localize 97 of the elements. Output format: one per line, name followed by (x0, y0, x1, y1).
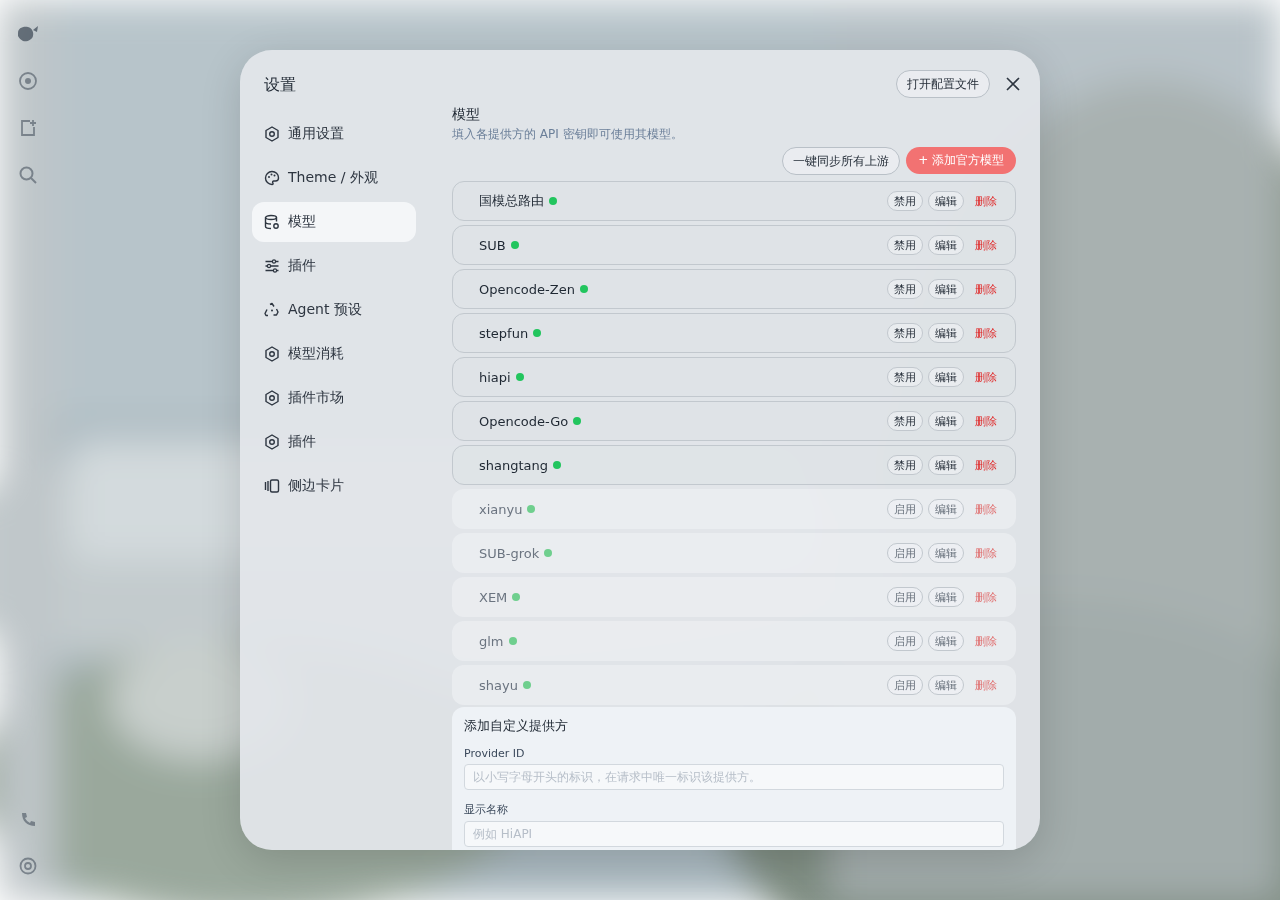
toggle-button[interactable]: 启用 (887, 587, 923, 607)
status-dot (549, 197, 557, 205)
open-config-button[interactable]: 打开配置文件 (896, 70, 990, 98)
card-title: 添加自定义提供方 (464, 717, 569, 735)
nav-item[interactable]: 插件市场 (252, 378, 416, 418)
provider-name: hiapi (479, 369, 511, 385)
delete-button[interactable]: 删除 (969, 369, 1001, 385)
sliders-icon (264, 258, 280, 274)
gear-icon (264, 346, 280, 362)
status-dot (533, 329, 542, 337)
provider-name: glm (479, 633, 504, 649)
provider-name: XEM (479, 589, 508, 605)
toggle-button[interactable]: 启用 (887, 543, 923, 563)
palette-icon (264, 170, 280, 186)
nav-item[interactable]: Theme / 外观 (252, 158, 416, 198)
provider-row[interactable]: Opencode-Zen 禁用 编辑 删除 (452, 269, 1016, 309)
nav-item[interactable]: 插件 (252, 246, 416, 286)
provider-row[interactable]: 国模总路由 禁用 编辑 删除 (452, 181, 1016, 221)
gear-icon (264, 390, 280, 406)
database-icon (264, 214, 280, 230)
section-subtitle: 填入各提供方的 API 密钥即可使用其模型。 (452, 126, 684, 143)
provider-row[interactable]: SUB-grok 启用 编辑 删除 (452, 533, 1016, 573)
close-icon[interactable] (1006, 77, 1020, 91)
provider-name: SUB (479, 237, 506, 253)
provider-row[interactable]: shayu 启用 编辑 删除 (452, 665, 1016, 705)
edit-button[interactable]: 编辑 (928, 323, 964, 343)
edit-button[interactable]: 编辑 (928, 499, 964, 519)
status-dot (522, 681, 531, 689)
provider-name: SUB-grok (479, 545, 540, 561)
toggle-button[interactable]: 禁用 (887, 235, 923, 255)
nav-item[interactable]: 模型 (252, 202, 416, 242)
search-icon[interactable] (17, 165, 38, 185)
provider-name: 国模总路由 (479, 192, 544, 210)
provider-row[interactable]: SUB 禁用 编辑 删除 (452, 225, 1016, 265)
toggle-button[interactable]: 禁用 (887, 455, 923, 475)
delete-button[interactable]: 删除 (969, 413, 1001, 429)
gear-icon (264, 126, 280, 142)
provider-row[interactable]: hiapi 禁用 编辑 删除 (452, 357, 1016, 397)
toggle-button[interactable]: 启用 (887, 499, 923, 519)
toggle-button[interactable]: 禁用 (887, 279, 923, 299)
status-dot (553, 461, 562, 469)
nav-item[interactable]: 插件 (252, 422, 416, 462)
settings-icon[interactable] (17, 856, 38, 876)
toggle-button[interactable]: 禁用 (887, 367, 923, 387)
edit-button[interactable]: 编辑 (928, 235, 964, 255)
provider-row[interactable]: Opencode-Go 禁用 编辑 删除 (452, 401, 1016, 441)
toggle-button[interactable]: 禁用 (887, 411, 923, 431)
provider-name: xianyu (479, 501, 523, 517)
status-dot (510, 241, 519, 249)
edit-button[interactable]: 编辑 (928, 279, 964, 299)
provider-name: Opencode-Zen (479, 281, 575, 297)
gear-icon (264, 434, 280, 450)
edit-button[interactable]: 编辑 (928, 543, 964, 563)
recycle-icon (264, 302, 280, 318)
edit-button[interactable]: 编辑 (928, 411, 964, 431)
toggle-button[interactable]: 禁用 (887, 323, 923, 343)
edit-button[interactable]: 编辑 (928, 367, 964, 387)
provider-name: shangtang (479, 457, 549, 473)
provider-row[interactable]: stepfun 禁用 编辑 删除 (452, 313, 1016, 353)
status-dot (573, 417, 582, 425)
toggle-button[interactable]: 启用 (887, 675, 923, 695)
edit-button[interactable]: 编辑 (928, 675, 964, 695)
delete-button[interactable]: 删除 (969, 237, 1001, 253)
status-dot (544, 549, 553, 557)
provider-row[interactable]: XEM 启用 编辑 删除 (452, 577, 1016, 617)
edit-button[interactable]: 编辑 (928, 191, 964, 211)
toggle-button[interactable]: 禁用 (887, 191, 923, 211)
nav-item[interactable]: 模型消耗 (252, 334, 416, 374)
dialog-title: 设置 (263, 74, 297, 96)
input-field[interactable]: 例如 HiAPI (464, 821, 1004, 847)
toggle-button[interactable]: 启用 (887, 631, 923, 651)
delete-button[interactable]: 删除 (969, 281, 1001, 297)
provider-name: Opencode-Go (479, 413, 569, 429)
nav-item[interactable]: Agent 预设 (252, 290, 416, 330)
edit-button[interactable]: 编辑 (928, 587, 964, 607)
delete-button[interactable]: 删除 (969, 325, 1001, 341)
cards-icon (264, 478, 280, 494)
status-dot (512, 593, 521, 601)
nav-item[interactable]: 侧边卡片 (252, 466, 416, 506)
status-dot (527, 505, 536, 513)
provider-name: stepfun (479, 325, 529, 341)
status-dot (508, 637, 517, 645)
nav-item[interactable]: 通用设置 (252, 114, 416, 154)
edit-button[interactable]: 编辑 (928, 455, 964, 475)
sync-button[interactable]: 一键同步所有上游 (782, 147, 901, 175)
delete-button[interactable]: 删除 (969, 193, 1001, 209)
delete-button[interactable]: 删除 (969, 457, 1001, 473)
field-label: Provider ID (464, 747, 526, 760)
section-title: 模型 (452, 106, 481, 124)
provider-row[interactable]: xianyu 启用 编辑 删除 (452, 489, 1016, 529)
status-dot (579, 285, 588, 293)
status-dot (515, 373, 524, 381)
field-label: 显示名称 (464, 802, 509, 817)
provider-row[interactable]: glm 启用 编辑 删除 (452, 621, 1016, 661)
edit-button[interactable]: 编辑 (928, 631, 964, 651)
provider-row[interactable]: shangtang 禁用 编辑 删除 (452, 445, 1016, 485)
provider-name: shayu (479, 677, 518, 693)
